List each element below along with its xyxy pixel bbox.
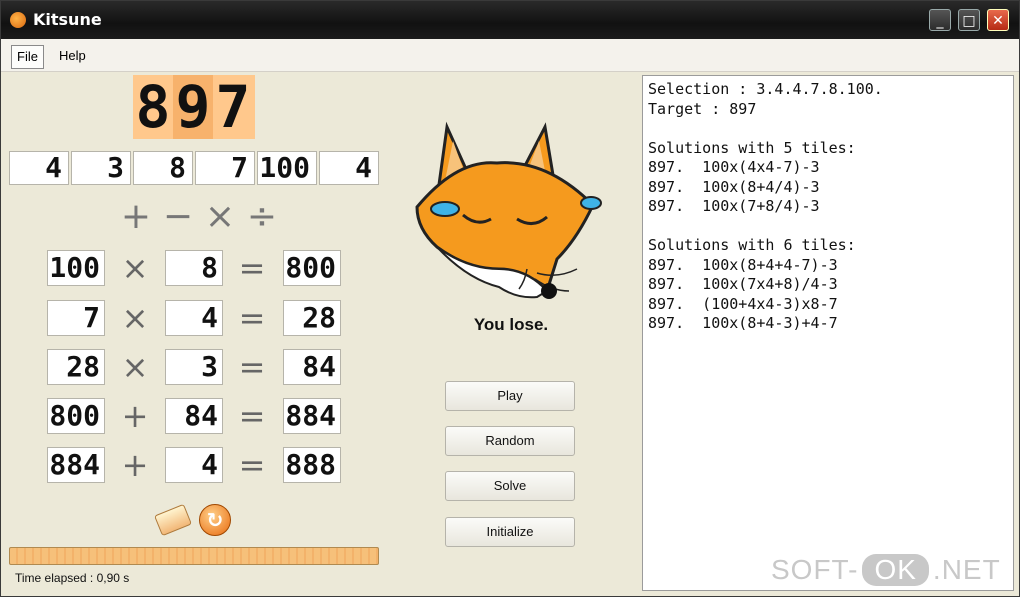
crying-fox-icon <box>415 121 602 299</box>
solution-line: 897. 100x(7+8/4)-3 <box>648 197 820 215</box>
operator-palette: + − × ÷ <box>115 197 283 237</box>
menu-bar: File Help <box>1 39 1019 72</box>
solution-line: 897. 100x(7x4+8)/4-3 <box>648 275 838 293</box>
solutions-panel[interactable]: Selection : 3.4.4.7.8.100. Target : 897 … <box>642 75 1014 591</box>
minus-operator[interactable]: − <box>157 197 199 237</box>
equation-result[interactable]: 884 <box>283 398 341 434</box>
watermark-right: .NET <box>932 554 1001 585</box>
target-digit: 7 <box>215 73 251 141</box>
plus-operator[interactable]: + <box>115 197 157 237</box>
equals-symbol: = <box>238 299 266 337</box>
equation-result[interactable]: 888 <box>283 447 341 483</box>
watermark: SOFT- OK .NET <box>771 554 1001 586</box>
equals-symbol: = <box>238 397 266 435</box>
number-tile[interactable]: 4 <box>9 151 69 185</box>
game-result-text: You lose. <box>473 315 549 334</box>
solution-line: Solutions with 6 tiles: <box>648 236 856 254</box>
target-digit: 9 <box>173 75 213 139</box>
equation-result[interactable]: 800 <box>283 250 341 286</box>
menu-help[interactable]: Help <box>54 45 91 67</box>
initialize-button[interactable]: Initialize <box>445 517 575 547</box>
window-title: Kitsune <box>33 10 102 29</box>
operand-b[interactable]: 4 <box>165 447 223 483</box>
operand-b[interactable]: 8 <box>165 250 223 286</box>
number-tile[interactable]: 4 <box>319 151 379 185</box>
solve-button[interactable]: Solve <box>445 471 575 501</box>
target-digit: 8 <box>135 73 171 141</box>
time-progress-bar <box>9 547 379 565</box>
operand-a[interactable]: 884 <box>47 447 105 483</box>
operand-b[interactable]: 84 <box>165 398 223 434</box>
number-tile[interactable]: 8 <box>133 151 193 185</box>
equation-row: 884 + 4 = 888 <box>47 447 343 485</box>
menu-file[interactable]: File <box>11 45 44 69</box>
solution-line: 897. 100x(8+4+4-7)-3 <box>648 255 838 274</box>
equation-row: 800 + 84 = 884 <box>47 398 343 436</box>
operation-symbol: + <box>121 397 149 435</box>
solution-line: Selection : 3.4.4.7.8.100. <box>648 80 883 98</box>
operand-a[interactable]: 100 <box>47 250 105 286</box>
solution-line <box>648 217 1013 237</box>
operation-symbol: × <box>121 348 149 386</box>
watermark-ok: OK <box>862 554 929 586</box>
number-tiles: 4 3 8 7 100 4 <box>9 151 381 185</box>
divide-operator[interactable]: ÷ <box>241 197 283 237</box>
equals-symbol: = <box>238 446 266 484</box>
equation-row: 28 × 3 = 84 <box>47 349 343 387</box>
solution-line: 897. 100x(8+4-3)+4-7 <box>648 314 838 332</box>
operation-symbol: + <box>121 446 149 484</box>
fox-app-icon <box>10 12 26 28</box>
play-button[interactable]: Play <box>445 381 575 411</box>
multiply-operator[interactable]: × <box>199 197 241 237</box>
operand-b[interactable]: 3 <box>165 349 223 385</box>
target-number: 8 9 7 <box>133 75 255 139</box>
title-bar: Kitsune _ □ ✕ <box>1 1 1019 39</box>
time-elapsed-status: Time elapsed : 0,90 s <box>15 571 130 585</box>
close-button[interactable]: ✕ <box>987 9 1009 31</box>
watermark-left: SOFT- <box>771 554 859 585</box>
solution-line: Target : 897 <box>648 99 757 118</box>
solution-line: 897. 100x(4x4-7)-3 <box>648 158 820 176</box>
minimize-button[interactable]: _ <box>929 9 951 31</box>
random-button[interactable]: Random <box>445 426 575 456</box>
equation-result[interactable]: 28 <box>283 300 341 336</box>
operation-symbol: × <box>121 299 149 337</box>
operand-a[interactable]: 28 <box>47 349 105 385</box>
operand-b[interactable]: 4 <box>165 300 223 336</box>
equation-result[interactable]: 84 <box>283 349 341 385</box>
solution-line: 897. (100+4x4-3)x8-7 <box>648 294 838 313</box>
solution-line <box>648 119 1013 139</box>
number-tile[interactable]: 3 <box>71 151 131 185</box>
equation-row: 7 × 4 = 28 <box>47 300 343 338</box>
app-window: Kitsune _ □ ✕ File Help 8 9 7 4 3 8 7 10… <box>0 0 1020 597</box>
number-tile[interactable]: 7 <box>195 151 255 185</box>
equation-row: 100 × 8 = 800 <box>47 250 343 288</box>
solution-line: Solutions with 5 tiles: <box>648 138 856 157</box>
maximize-button[interactable]: □ <box>958 9 980 31</box>
eraser-icon[interactable] <box>154 503 192 537</box>
number-tile[interactable]: 100 <box>257 151 317 185</box>
solution-line: 897. 100x(8+4/4)-3 <box>648 177 820 196</box>
refresh-icon[interactable]: ↻ <box>199 504 231 536</box>
operand-a[interactable]: 7 <box>47 300 105 336</box>
operand-a[interactable]: 800 <box>47 398 105 434</box>
equals-symbol: = <box>238 348 266 386</box>
equals-symbol: = <box>238 249 266 287</box>
operation-symbol: × <box>121 249 149 287</box>
